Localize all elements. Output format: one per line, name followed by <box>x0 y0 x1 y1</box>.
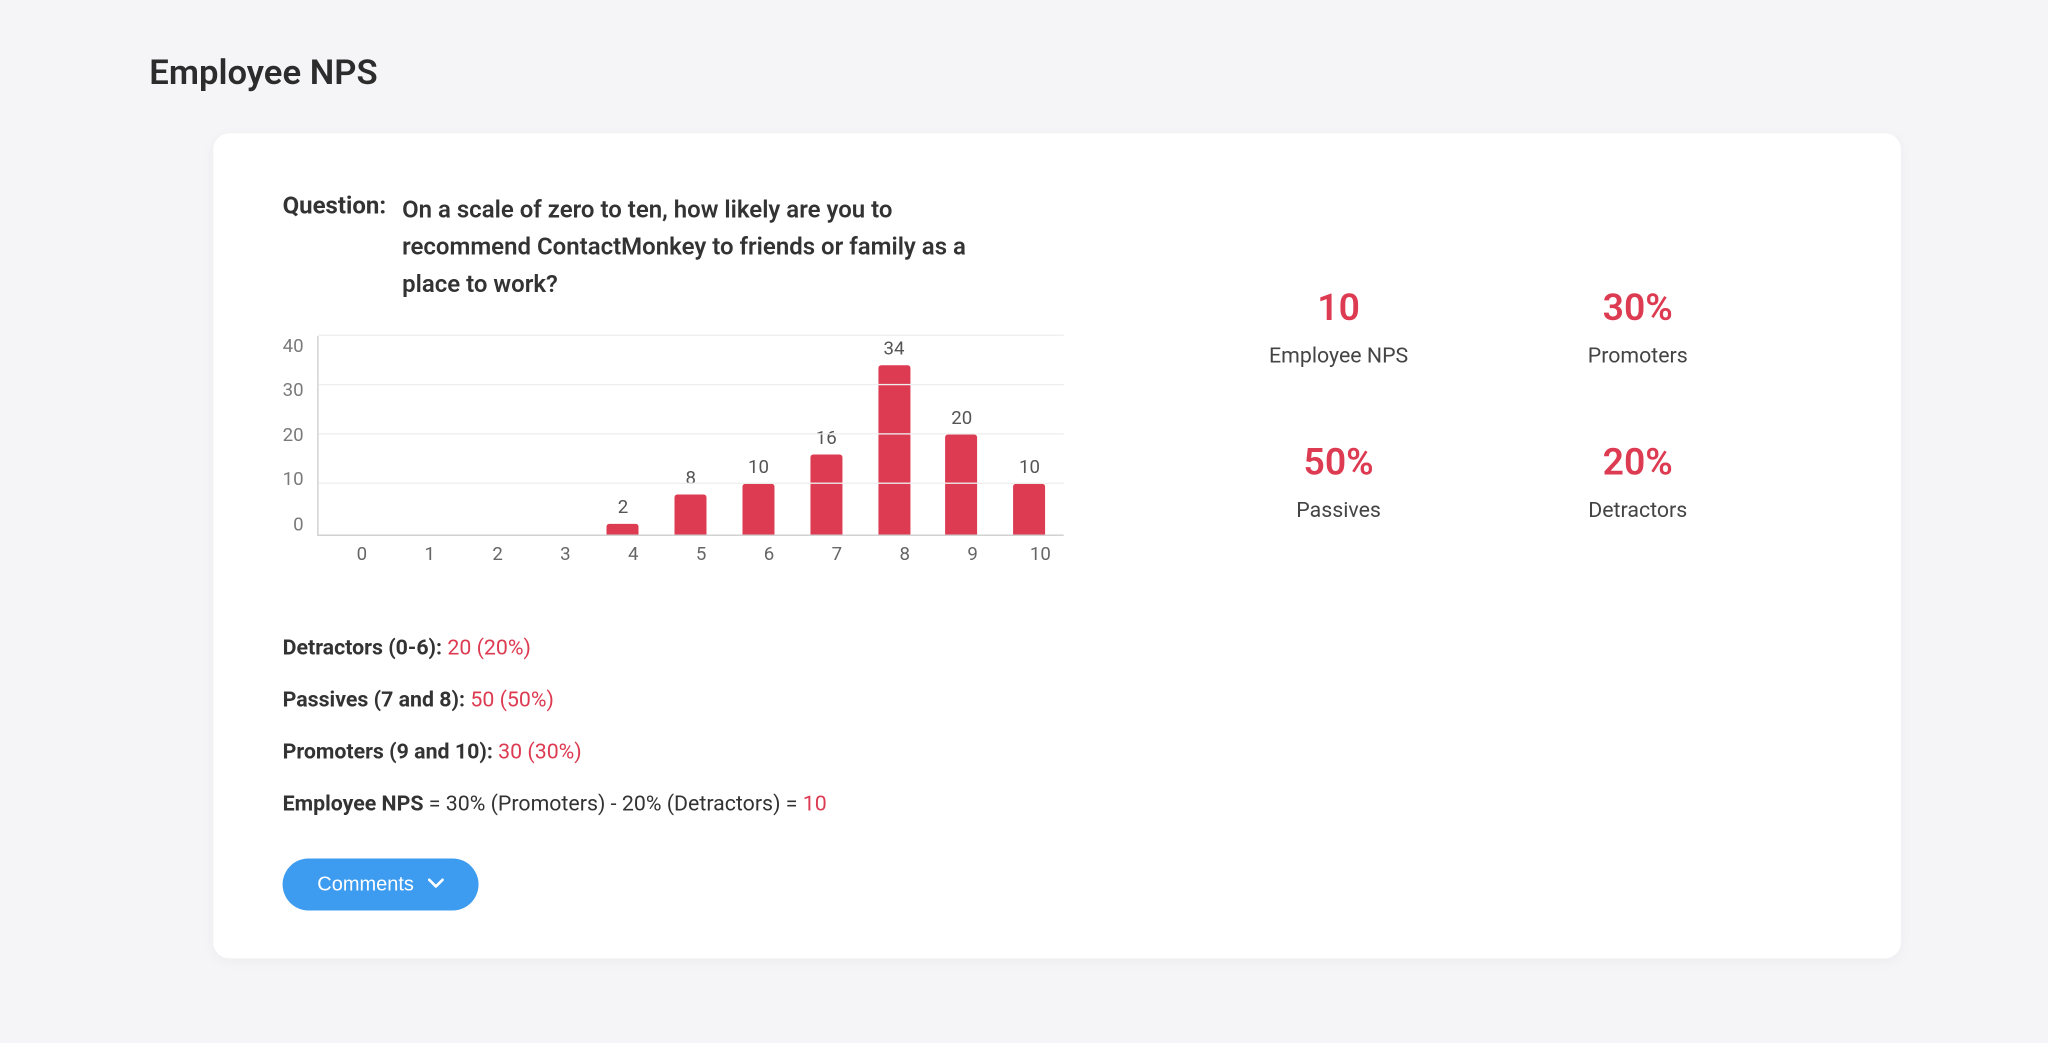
stat-value: 20% <box>1568 440 1707 484</box>
breakdown-detractors: Detractors (0-6): 20 (20%) <box>283 634 1832 659</box>
chart-y-tick: 20 <box>283 425 304 446</box>
chart-bar: 10 <box>743 484 775 534</box>
chart-x-tick: 2 <box>464 543 532 564</box>
chart-x-tick: 5 <box>667 543 735 564</box>
chart-bar-label: 8 <box>675 468 707 489</box>
breakdown-value: 50 (50%) <box>470 686 554 711</box>
breakdown-value: 30 (30%) <box>498 738 582 763</box>
stat-label: Promoters <box>1568 343 1707 368</box>
breakdown-passives: Passives (7 and 8): 50 (50%) <box>283 686 1832 711</box>
chart-bar-label: 20 <box>946 408 978 429</box>
chart-bar-label: 10 <box>1013 458 1045 479</box>
breakdown-label: Promoters (9 and 10): <box>283 738 499 763</box>
formula-result: 10 <box>803 790 827 815</box>
chart-bar-label: 34 <box>878 339 910 360</box>
question: Question: On a scale of zero to ten, how… <box>283 192 1083 304</box>
chart-x-tick: 8 <box>871 543 939 564</box>
stats-grid: 10 Employee NPS 30% Promoters 50% Passiv… <box>1269 285 1707 522</box>
nps-breakdown: Detractors (0-6): 20 (20%) Passives (7 a… <box>283 634 1832 815</box>
chart-x-tick: 1 <box>396 543 464 564</box>
chevron-down-icon <box>427 879 443 890</box>
chart-y-tick: 10 <box>283 469 304 490</box>
nps-card: Question: On a scale of zero to ten, how… <box>213 133 1901 958</box>
chart-x-tick: 7 <box>803 543 871 564</box>
chart-bar: 2 <box>607 524 639 534</box>
chart-bar: 16 <box>810 455 842 534</box>
stat-detractors: 20% Detractors <box>1568 440 1707 523</box>
formula-text: = 30% (Promoters) - 20% (Detractors) = <box>423 790 802 815</box>
stat-promoters: 30% Promoters <box>1568 285 1707 368</box>
comments-button-label: Comments <box>317 873 414 896</box>
question-text: On a scale of zero to ten, how likely ar… <box>402 192 1015 304</box>
chart-bar: 10 <box>1013 484 1045 534</box>
formula-label: Employee NPS <box>283 790 424 815</box>
page-title: Employee NPS <box>0 0 2047 93</box>
stat-value: 30% <box>1568 285 1707 329</box>
breakdown-label: Passives (7 and 8): <box>283 686 471 711</box>
chart-x-tick: 0 <box>328 543 396 564</box>
chart-x-tick: 9 <box>939 543 1007 564</box>
stat-nps: 10 Employee NPS <box>1269 285 1408 368</box>
chart-bar: 8 <box>675 494 707 534</box>
chart-plot-area: 2 8 10 16 34 20 10 <box>317 335 1063 535</box>
chart-x-axis: 012345678910 <box>328 543 1074 564</box>
question-label: Question: <box>283 192 386 304</box>
breakdown-value: 20 (20%) <box>447 634 531 659</box>
chart-x-tick: 10 <box>1006 543 1074 564</box>
chart-bar: 34 <box>878 365 910 534</box>
nps-bar-chart: 40 30 20 10 0 2 8 10 16 34 20 10 <box>283 335 1083 535</box>
chart-y-tick: 40 <box>283 335 304 356</box>
stat-label: Detractors <box>1568 497 1707 522</box>
chart-bar-label: 16 <box>810 428 842 449</box>
chart-y-tick: 30 <box>283 380 304 401</box>
breakdown-label: Detractors (0-6): <box>283 634 448 659</box>
chart-bar-label: 2 <box>607 498 639 519</box>
stat-value: 10 <box>1269 285 1408 329</box>
stat-passives: 50% Passives <box>1269 440 1408 523</box>
stat-label: Employee NPS <box>1269 343 1408 368</box>
comments-button[interactable]: Comments <box>283 858 478 910</box>
stat-value: 50% <box>1269 440 1408 484</box>
chart-bar-label: 10 <box>743 458 775 479</box>
chart-x-tick: 3 <box>531 543 599 564</box>
breakdown-promoters: Promoters (9 and 10): 30 (30%) <box>283 738 1832 763</box>
chart-x-tick: 6 <box>735 543 803 564</box>
chart-x-tick: 4 <box>599 543 667 564</box>
chart-y-axis: 40 30 20 10 0 <box>283 335 317 535</box>
stat-label: Passives <box>1269 497 1408 522</box>
chart-y-tick: 0 <box>283 514 304 535</box>
breakdown-formula: Employee NPS = 30% (Promoters) - 20% (De… <box>283 790 1832 815</box>
